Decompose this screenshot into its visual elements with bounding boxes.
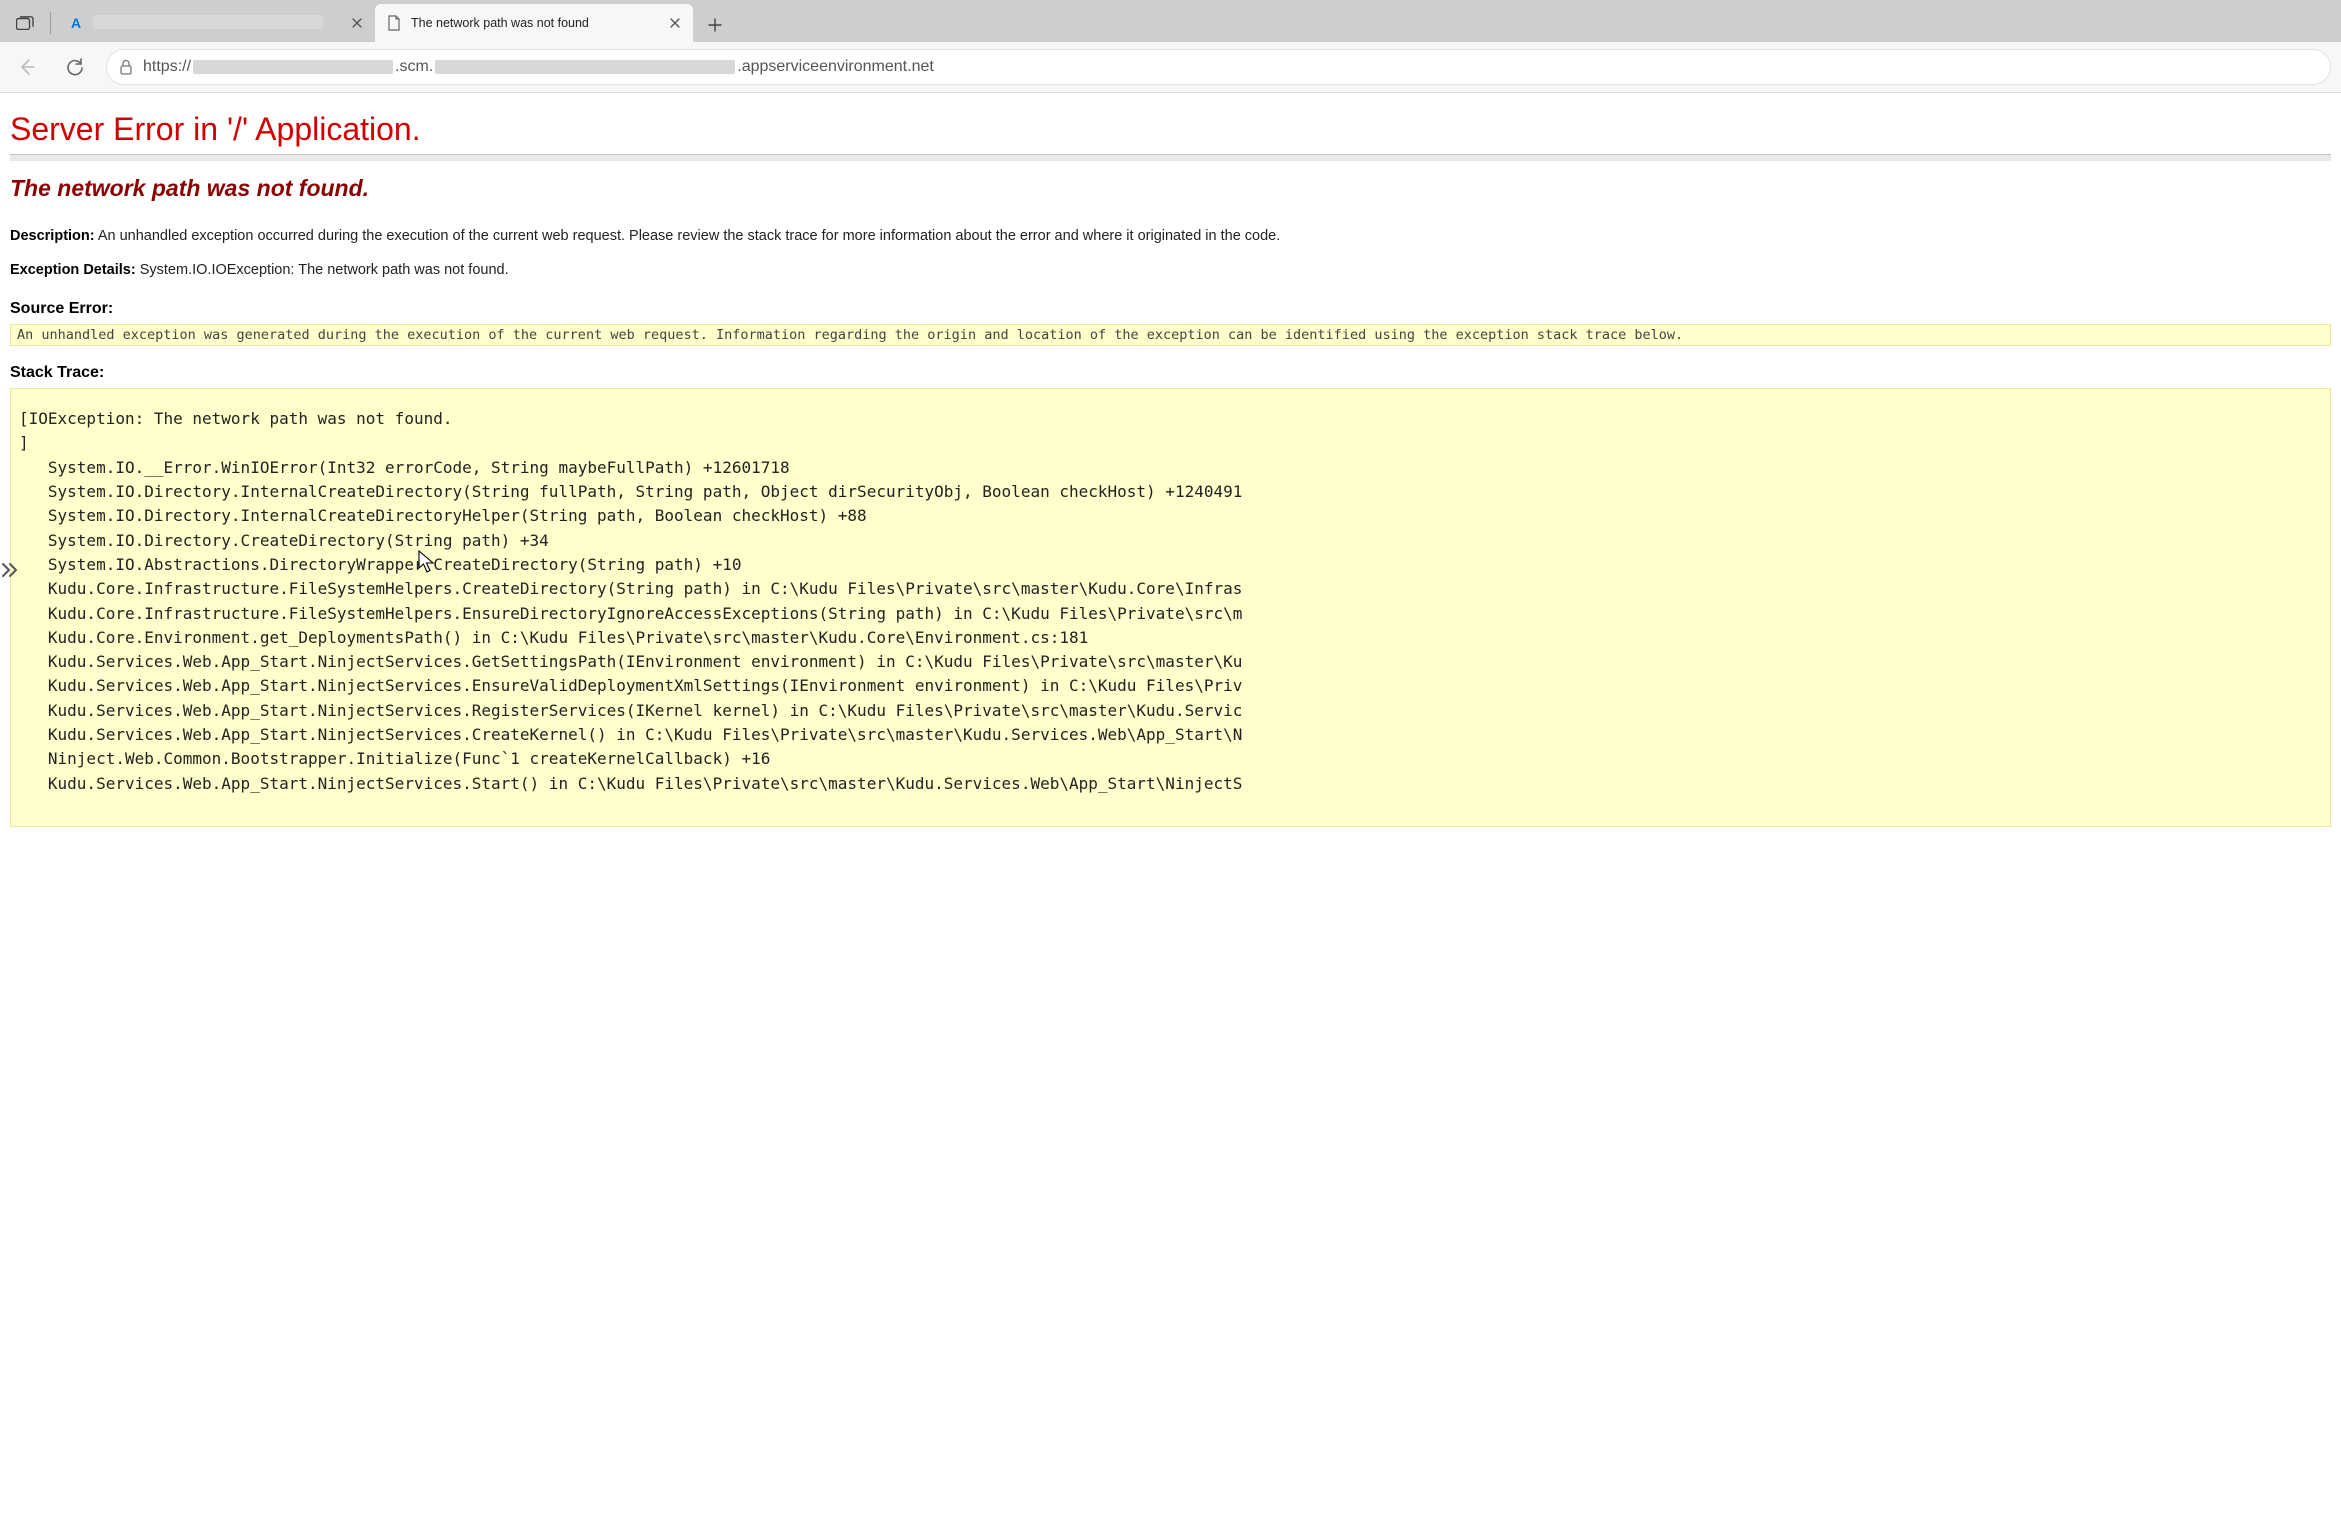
- chevrons-right-icon: [0, 560, 20, 580]
- browser-tab-active[interactable]: The network path was not found: [375, 4, 693, 42]
- source-error-box: An unhandled exception was generated dur…: [10, 324, 2331, 346]
- exception-label: Exception Details:: [10, 262, 136, 278]
- new-tab-button[interactable]: [697, 8, 733, 42]
- browser-tab-inactive[interactable]: A: [57, 4, 375, 42]
- source-error-text: An unhandled exception was generated dur…: [17, 327, 1683, 343]
- divider: [50, 12, 51, 34]
- arrow-left-icon: [17, 57, 37, 77]
- url-redacted: [435, 60, 735, 74]
- stack-trace-label: Stack Trace:: [10, 364, 2331, 382]
- error-page: Server Error in '/' Application. The net…: [0, 93, 2341, 847]
- source-error-label: Source Error:: [10, 300, 2331, 318]
- tab-actions-button[interactable]: [6, 4, 44, 42]
- address-bar[interactable]: https:// .scm. .appserviceenvironment.ne…: [106, 49, 2331, 85]
- error-title: Server Error in '/' Application.: [10, 111, 2331, 148]
- panel-expand-handle[interactable]: [0, 560, 22, 582]
- close-icon: [352, 18, 362, 28]
- refresh-icon: [65, 57, 85, 77]
- url-redacted: [193, 60, 393, 74]
- lock-icon: [119, 59, 133, 75]
- stack-trace-box: [IOException: The network path was not f…: [10, 388, 2331, 827]
- page-favicon-icon: [385, 14, 403, 32]
- url-text: https:// .scm. .appserviceenvironment.ne…: [143, 58, 934, 76]
- tab-strip: A The network path was not found: [0, 0, 2341, 42]
- tab-title: The network path was not found: [411, 16, 657, 30]
- address-bar-row: https:// .scm. .appserviceenvironment.ne…: [0, 42, 2341, 93]
- back-button[interactable]: [10, 50, 44, 84]
- tabs-icon: [16, 16, 34, 30]
- url-segment: .appserviceenvironment.net: [737, 58, 934, 76]
- close-icon: [670, 18, 680, 28]
- site-info-button[interactable]: [119, 59, 133, 75]
- url-segment: https://: [143, 58, 191, 76]
- description-label: Description:: [10, 228, 95, 244]
- azure-favicon-icon: A: [67, 14, 85, 32]
- plus-icon: [708, 18, 722, 32]
- description-row: Description: An unhandled exception occu…: [10, 228, 2331, 244]
- tab-close-button[interactable]: [665, 13, 685, 33]
- error-subtitle: The network path was not found.: [10, 175, 2331, 202]
- stack-trace-text: [IOException: The network path was not f…: [19, 407, 2322, 796]
- tab-close-button[interactable]: [347, 13, 367, 33]
- divider: [10, 154, 2331, 161]
- exception-text: System.IO.IOException: The network path …: [140, 262, 509, 278]
- description-text: An unhandled exception occurred during t…: [98, 228, 1280, 244]
- refresh-button[interactable]: [58, 50, 92, 84]
- exception-row: Exception Details: System.IO.IOException…: [10, 262, 2331, 278]
- tab-title-redacted: [93, 15, 339, 32]
- browser-chrome: A The network path was not found: [0, 0, 2341, 93]
- url-segment: .scm.: [395, 58, 433, 76]
